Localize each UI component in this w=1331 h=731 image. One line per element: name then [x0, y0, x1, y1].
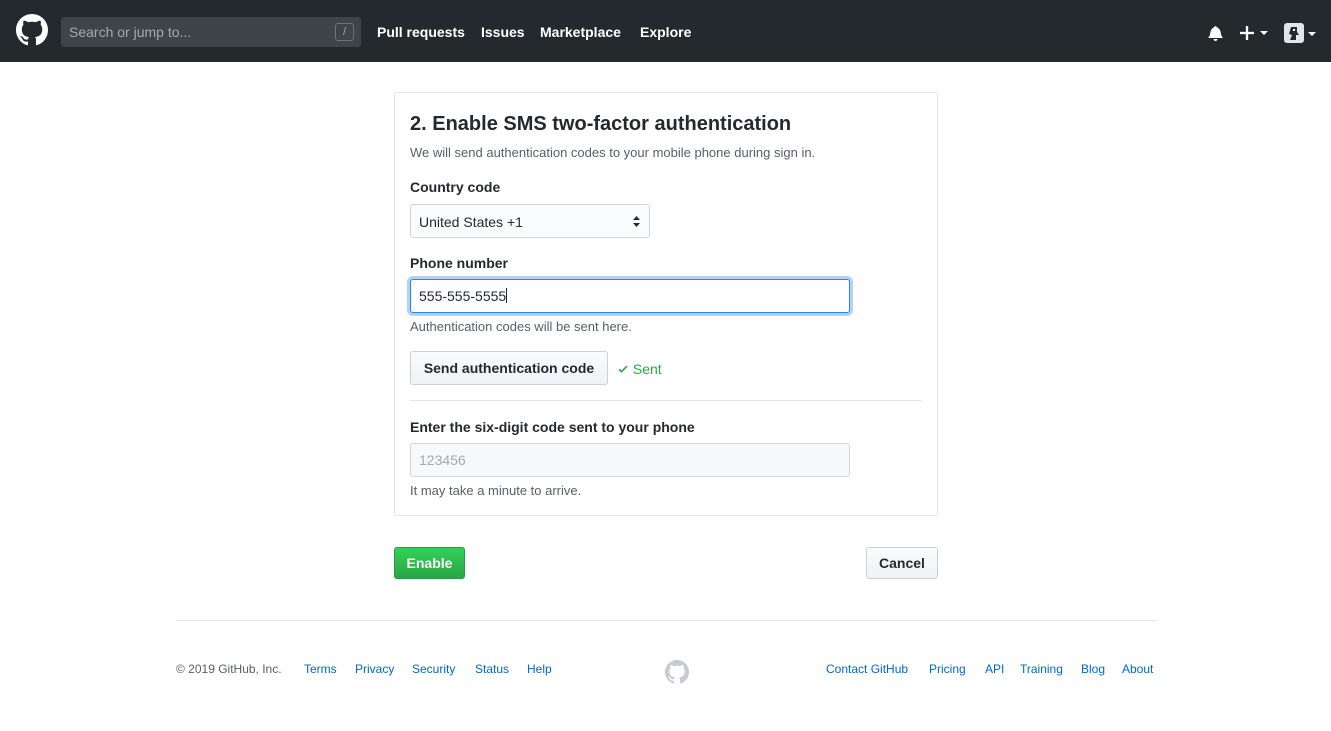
- footer-link-contact-github[interactable]: Contact GitHub: [826, 662, 908, 676]
- phone-number-field[interactable]: 555-555-5555: [410, 279, 850, 313]
- bell-icon[interactable]: [1208, 25, 1223, 41]
- phone-number-label: Phone number: [410, 255, 509, 271]
- top-header: Search or jump to... / Pull requests Iss…: [0, 0, 1331, 62]
- country-code-select[interactable]: United States +1: [410, 204, 650, 238]
- plus-icon: [1240, 26, 1254, 40]
- footer-link-blog[interactable]: Blog: [1081, 662, 1105, 676]
- send-authentication-code-button[interactable]: Send authentication code: [410, 351, 608, 385]
- nav-explore[interactable]: Explore: [640, 24, 691, 40]
- sms-2fa-panel: 2. Enable SMS two-factor authentication …: [394, 92, 938, 516]
- text-cursor: [506, 288, 508, 303]
- chevron-down-icon: [1308, 32, 1316, 36]
- enable-button[interactable]: Enable: [394, 547, 465, 579]
- country-code-label: Country code: [410, 179, 501, 195]
- footer-link-api[interactable]: API: [985, 662, 1004, 676]
- country-code-value: United States +1: [419, 214, 523, 230]
- create-new-menu[interactable]: [1240, 24, 1270, 42]
- footer-link-status[interactable]: Status: [475, 662, 509, 676]
- panel-description: We will send authentication codes to you…: [410, 145, 816, 160]
- github-logo-icon[interactable]: [665, 660, 689, 684]
- divider: [410, 400, 922, 401]
- six-digit-code-label: Enter the six-digit code sent to your ph…: [410, 419, 695, 435]
- footer-link-training[interactable]: Training: [1020, 662, 1063, 676]
- avatar: [1284, 23, 1304, 43]
- footer-copyright: © 2019 GitHub, Inc.: [176, 662, 282, 676]
- code-help-text: It may take a minute to arrive.: [410, 483, 582, 498]
- six-digit-code-field[interactable]: 123456: [410, 443, 850, 477]
- footer-link-security[interactable]: Security: [412, 662, 455, 676]
- phone-help-text: Authentication codes will be sent here.: [410, 319, 632, 334]
- footer-link-help[interactable]: Help: [527, 662, 552, 676]
- search-input[interactable]: Search or jump to... /: [61, 17, 361, 47]
- sent-status-text: Sent: [632, 361, 662, 377]
- footer-divider: [176, 620, 1157, 621]
- chevron-down-icon: [1260, 31, 1268, 35]
- cancel-button[interactable]: Cancel: [866, 547, 938, 579]
- footer-link-privacy[interactable]: Privacy: [355, 662, 394, 676]
- nav-marketplace[interactable]: Marketplace: [540, 24, 621, 40]
- sent-status: Sent: [617, 361, 662, 377]
- user-menu[interactable]: [1284, 23, 1318, 45]
- github-logo-icon[interactable]: [16, 14, 48, 46]
- nav-pull-requests[interactable]: Pull requests: [377, 24, 465, 40]
- phone-number-value: 555-555-5555: [419, 288, 507, 304]
- code-placeholder: 123456: [419, 452, 466, 468]
- footer-link-about[interactable]: About: [1122, 662, 1153, 676]
- search-placeholder: Search or jump to...: [69, 24, 192, 40]
- footer-link-pricing[interactable]: Pricing: [929, 662, 966, 676]
- panel-title: 2. Enable SMS two-factor authentication: [410, 113, 792, 135]
- nav-issues[interactable]: Issues: [481, 24, 525, 40]
- footer-link-terms[interactable]: Terms: [304, 662, 337, 676]
- select-arrows-icon: [633, 216, 640, 227]
- check-icon: [618, 365, 628, 373]
- search-shortcut-key: /: [335, 23, 354, 41]
